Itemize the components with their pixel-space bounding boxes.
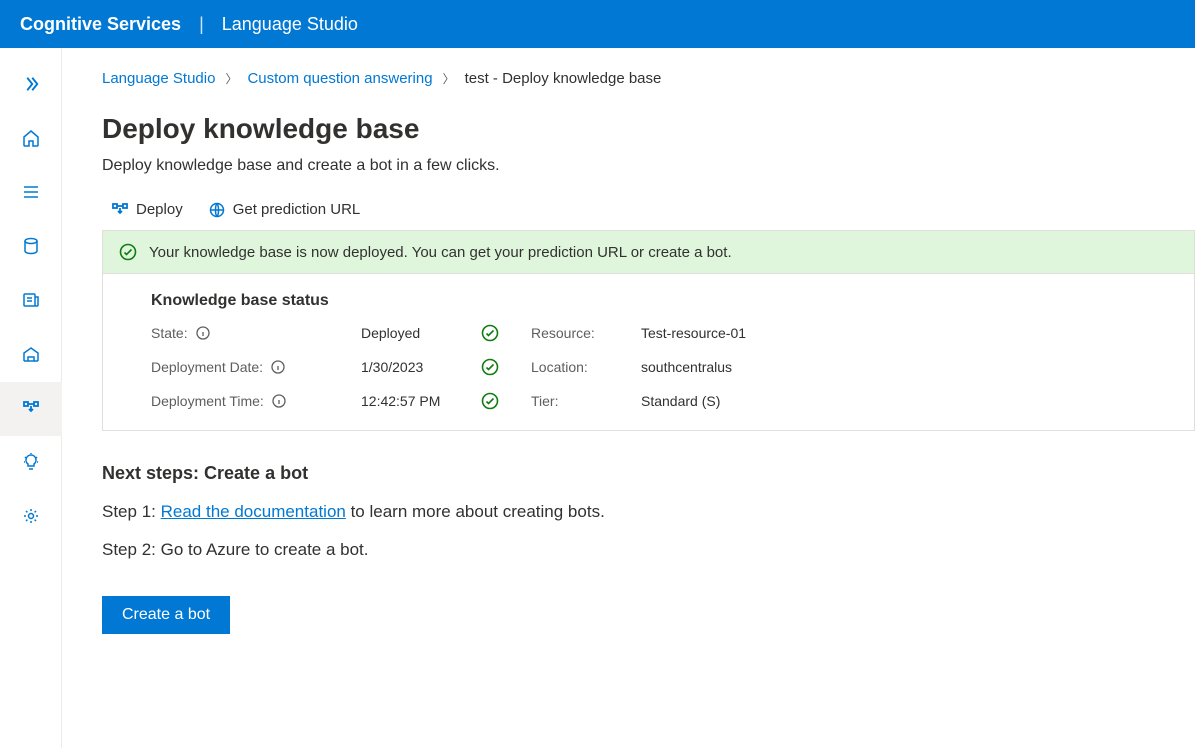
sidebar-home[interactable] — [0, 112, 62, 166]
status-label: Tier: — [531, 393, 641, 409]
page-subtitle: Deploy knowledge base and create a bot i… — [102, 157, 1195, 175]
chevron-expand-icon — [21, 74, 41, 97]
status-value: Deployed — [361, 325, 481, 341]
building-icon — [21, 344, 41, 367]
status-label: State: — [151, 325, 361, 341]
status-label: Location: — [531, 359, 641, 375]
sidebar-ideas[interactable] — [0, 436, 62, 490]
list-icon — [21, 182, 41, 205]
toolbar: Deploy Get prediction URL — [102, 197, 1195, 230]
sidebar-deploy[interactable] — [0, 382, 62, 436]
info-icon[interactable] — [196, 326, 210, 340]
page-title: Deploy knowledge base — [102, 113, 1195, 145]
lightbulb-icon — [21, 452, 41, 475]
chevron-right-icon: 〉 — [225, 70, 237, 87]
home-icon — [21, 128, 41, 151]
status-label: Deployment Date: — [151, 359, 361, 375]
separator: | — [199, 14, 204, 35]
chevron-right-icon: 〉 — [443, 70, 455, 87]
deploy-icon — [21, 398, 41, 421]
ok-icon — [481, 324, 531, 342]
status-label: Deployment Time: — [151, 393, 361, 409]
main-content: Language Studio 〉 Custom question answer… — [62, 48, 1195, 748]
database-icon — [21, 236, 41, 259]
get-url-label: Get prediction URL — [233, 201, 361, 218]
success-banner: Your knowledge base is now deployed. You… — [102, 230, 1195, 273]
documentation-link[interactable]: Read the documentation — [161, 502, 346, 521]
status-value: 1/30/2023 — [361, 359, 481, 375]
status-value: Standard (S) — [641, 393, 1146, 409]
gear-icon — [21, 506, 41, 529]
sidebar-settings[interactable] — [0, 490, 62, 544]
banner-message: Your knowledge base is now deployed. You… — [149, 244, 732, 261]
globe-icon — [209, 202, 225, 218]
sidebar-model[interactable] — [0, 328, 62, 382]
sidebar-expand[interactable] — [0, 58, 62, 112]
status-value: 12:42:57 PM — [361, 393, 481, 409]
info-icon[interactable] — [272, 394, 286, 408]
status-value: Test-resource-01 — [641, 325, 1146, 341]
top-bar: Cognitive Services | Language Studio — [0, 0, 1195, 48]
breadcrumb: Language Studio 〉 Custom question answer… — [102, 70, 1195, 87]
status-grid: State: Deployed Resource: Test-resource-… — [151, 324, 1146, 410]
status-card: Knowledge base status State: Deployed Re… — [102, 273, 1195, 431]
step-1: Step 1: Read the documentation to learn … — [102, 502, 1195, 522]
news-icon — [21, 290, 41, 313]
sidebar-news[interactable] — [0, 274, 62, 328]
breadcrumb-link-studio[interactable]: Language Studio — [102, 70, 215, 87]
ok-icon — [481, 392, 531, 410]
service-name[interactable]: Cognitive Services — [20, 14, 181, 35]
status-heading: Knowledge base status — [151, 292, 1146, 310]
check-circle-icon — [119, 243, 137, 261]
breadcrumb-link-cqa[interactable]: Custom question answering — [247, 70, 432, 87]
create-bot-button[interactable]: Create a bot — [102, 596, 230, 634]
breadcrumb-current: test - Deploy knowledge base — [465, 70, 662, 87]
info-icon[interactable] — [271, 360, 285, 374]
status-label: Resource: — [531, 325, 641, 341]
deploy-small-icon — [112, 202, 128, 218]
sidebar-data[interactable] — [0, 220, 62, 274]
product-name[interactable]: Language Studio — [222, 14, 358, 35]
deploy-button[interactable]: Deploy — [112, 201, 183, 218]
sidebar-list[interactable] — [0, 166, 62, 220]
deploy-label: Deploy — [136, 201, 183, 218]
next-steps-heading: Next steps: Create a bot — [102, 463, 1195, 484]
step-2: Step 2: Go to Azure to create a bot. — [102, 540, 1195, 560]
sidebar — [0, 48, 62, 748]
status-value: southcentralus — [641, 359, 1146, 375]
get-prediction-url-button[interactable]: Get prediction URL — [209, 201, 361, 218]
ok-icon — [481, 358, 531, 376]
